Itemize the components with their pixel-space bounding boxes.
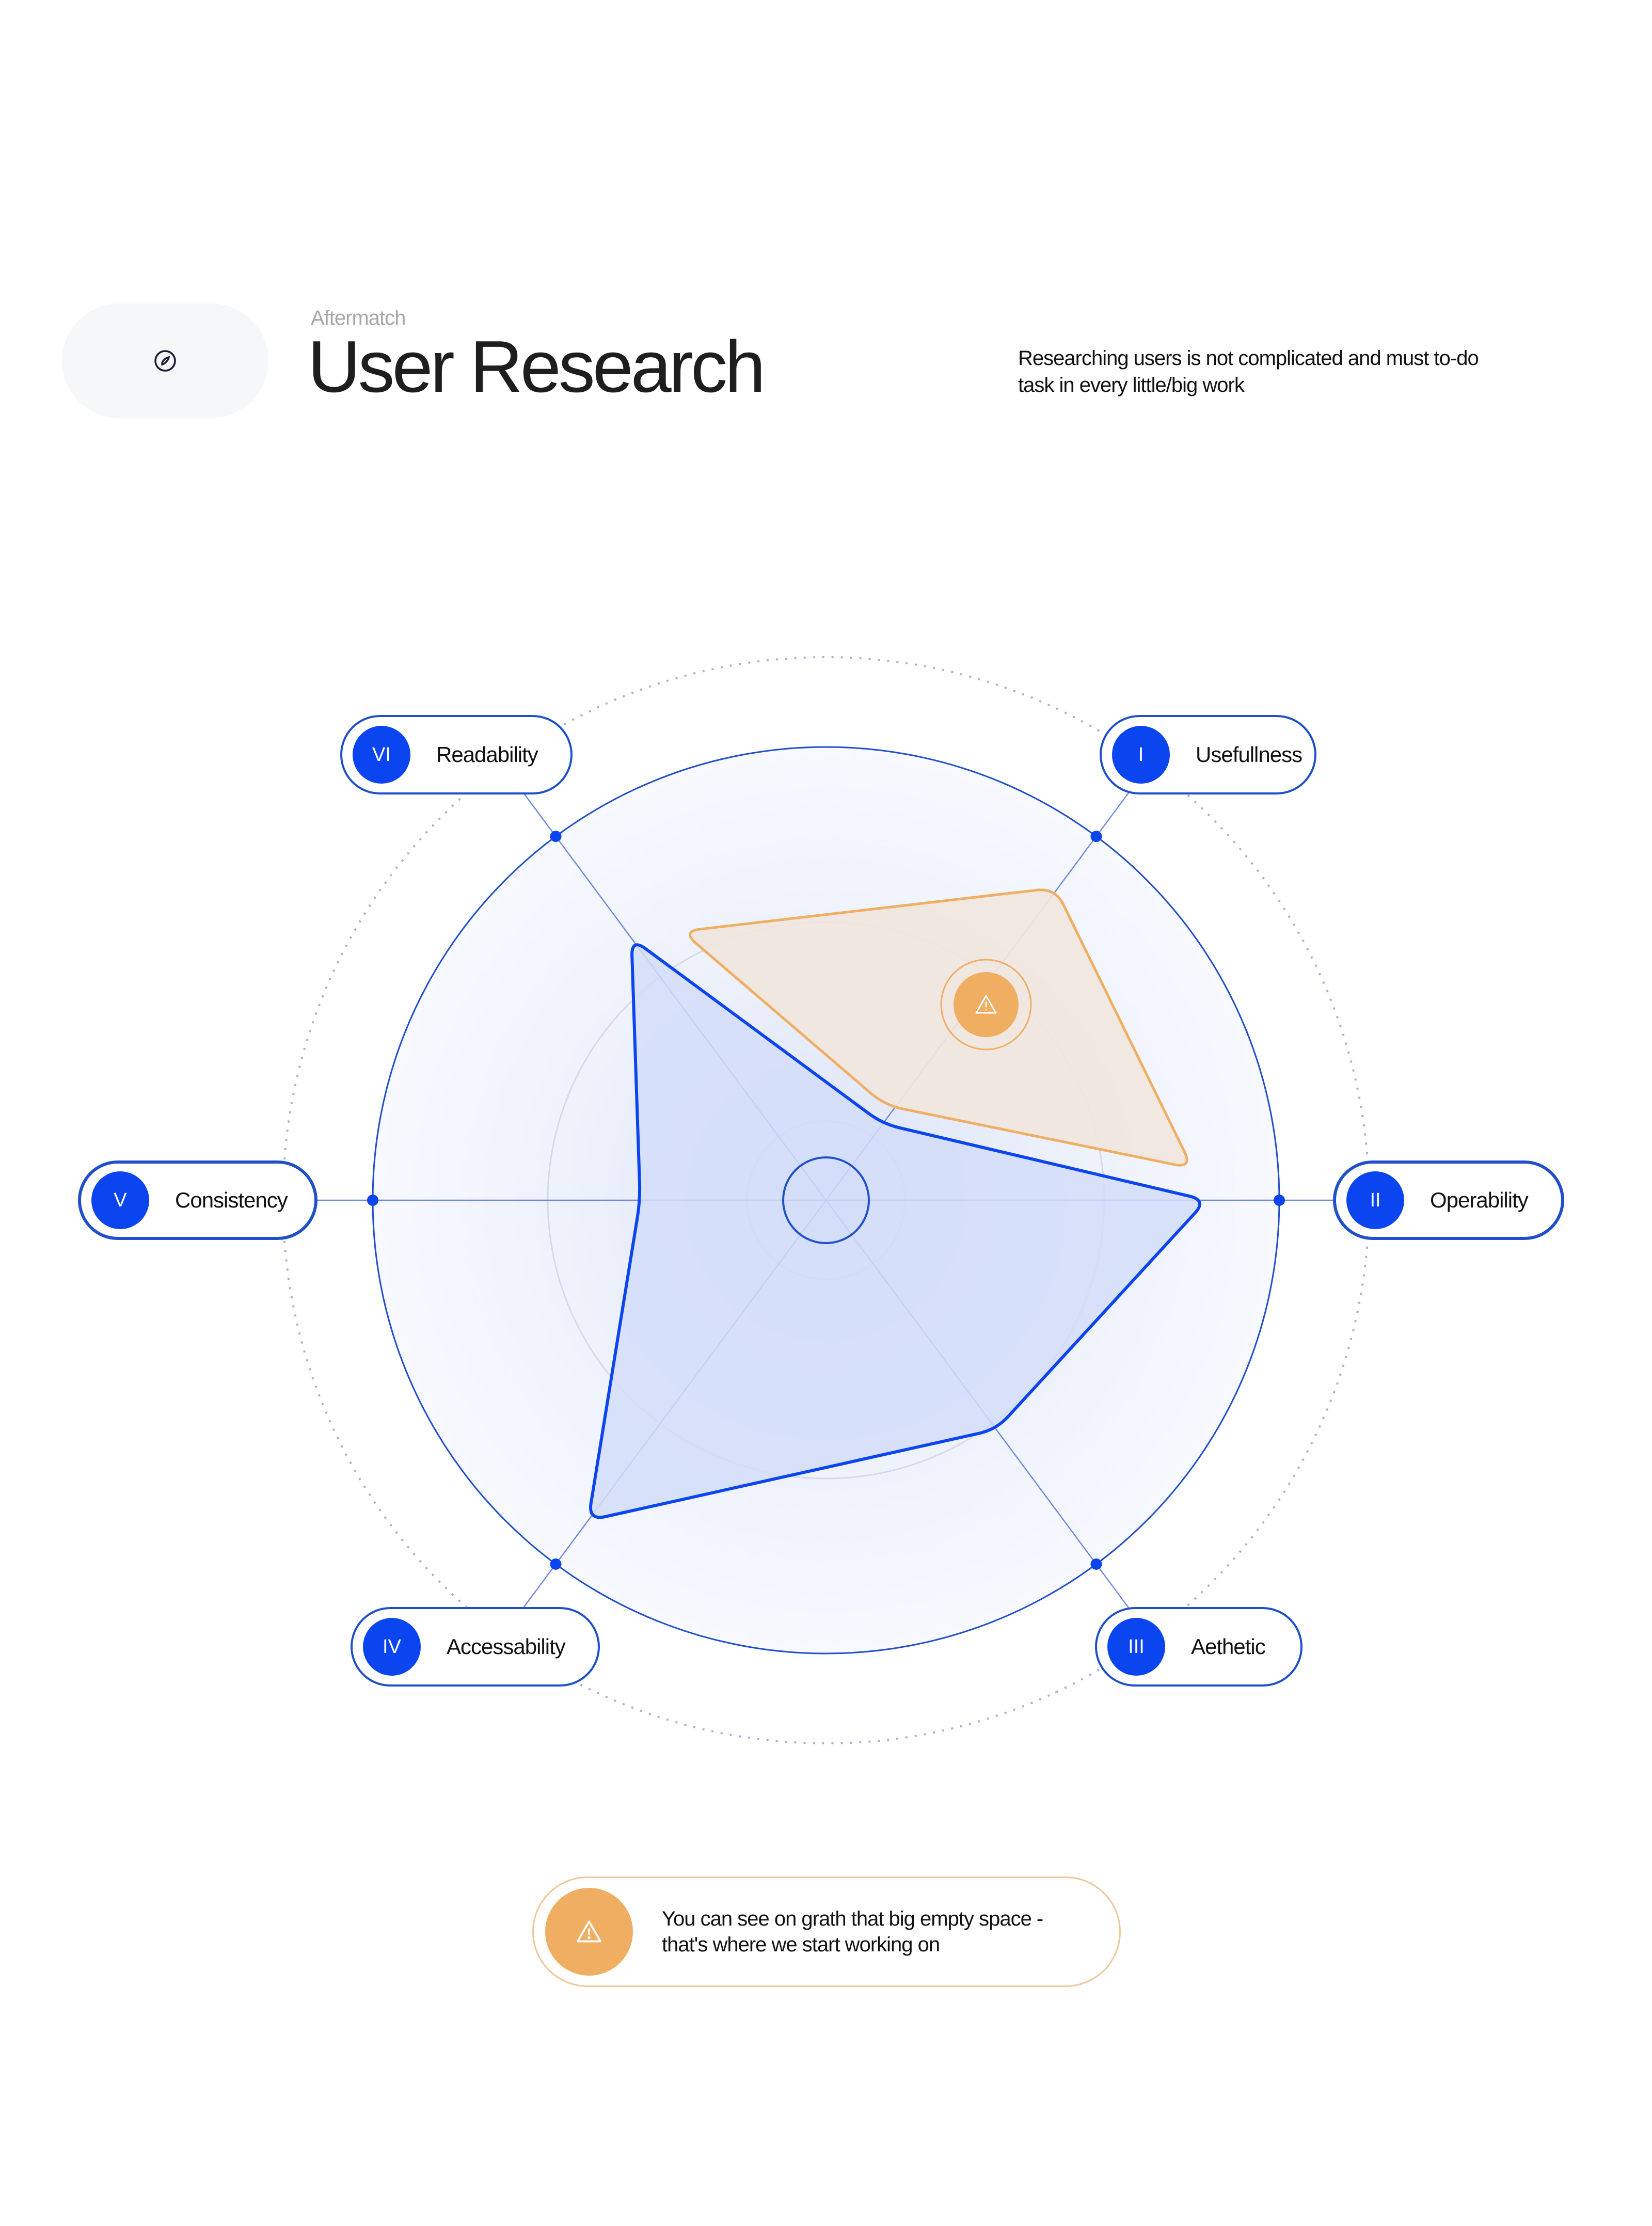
axis-dot-aethetic [1090,1558,1102,1570]
callout-warning-badge [545,1888,633,1976]
callout-text: You can see on grath that big empty spac… [662,1907,1043,1956]
axis-label-text: Accessability [447,1634,566,1659]
axis-numeral-badge: IV [363,1618,421,1676]
axis-label-operability: II Operability [1333,1160,1564,1240]
axis-dot-accessability [550,1558,562,1570]
callout-note: You can see on grath that big empty spac… [532,1877,1121,1987]
axis-numeral-badge: I [1112,726,1170,784]
axis-dot-usefullness [1090,831,1102,842]
axis-label-text: Aethetic [1191,1634,1266,1659]
axis-label-consistency: V Consistency [78,1160,317,1240]
axis-numeral-badge: VI [353,726,410,784]
axis-numeral-badge: II [1346,1171,1404,1229]
axis-numeral-badge: III [1107,1618,1165,1676]
axis-label-readability: VI Readability [340,715,573,794]
axis-numeral-badge: V [91,1171,149,1229]
axis-label-text: Usefullness [1196,742,1302,767]
axis-label-aethetic: III Aethetic [1095,1607,1302,1687]
axis-label-text: Consistency [175,1188,288,1212]
axis-label-accessability: IV Accessability [351,1607,600,1687]
axis-dot-operability [1274,1195,1285,1206]
axis-dot-consistency [367,1195,378,1206]
axis-label-text: Operability [1430,1188,1529,1212]
warning-icon [576,1920,602,1943]
axis-label-text: Readability [436,742,538,767]
axis-dot-readability [550,831,562,842]
axis-label-usefullness: I Usefullness [1100,715,1316,794]
